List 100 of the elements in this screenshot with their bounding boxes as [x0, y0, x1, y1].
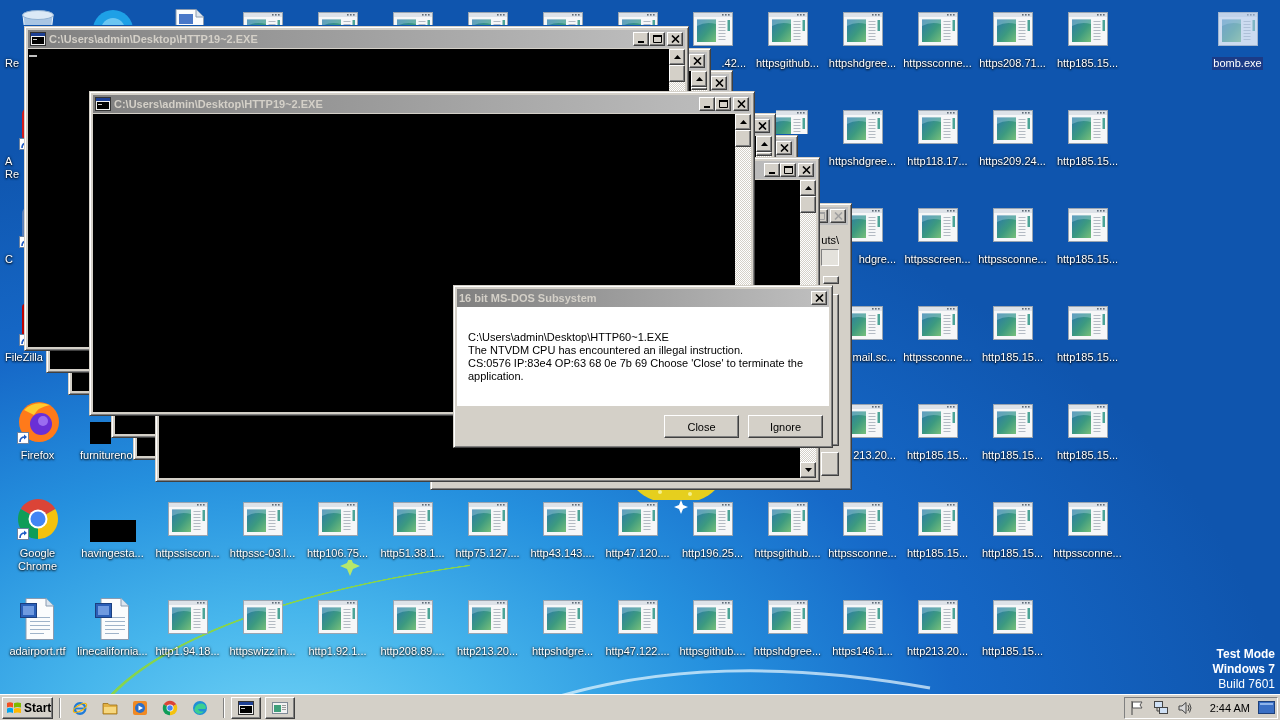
icon-label[interactable]: http185.15...	[1055, 449, 1120, 462]
icon-label[interactable]: C	[4, 253, 14, 266]
scroll-up-button[interactable]	[669, 49, 685, 65]
program-window-icon[interactable]	[617, 12, 658, 25]
close-button[interactable]	[798, 163, 814, 177]
program-window-icon[interactable]	[992, 306, 1033, 340]
program-window-icon[interactable]	[917, 404, 958, 438]
media-player-icon[interactable]	[132, 699, 148, 716]
icon-label[interactable]: http185.15...	[1055, 57, 1120, 70]
icon-label[interactable]: http185.15...	[905, 449, 970, 462]
program-window-icon[interactable]	[992, 110, 1033, 144]
icon-label[interactable]: Re	[4, 57, 21, 70]
program-window-icon[interactable]	[842, 12, 883, 46]
icon-label[interactable]: https146.1...	[831, 645, 894, 658]
close-button[interactable]	[776, 141, 792, 155]
program-window-icon[interactable]	[842, 502, 883, 536]
icon-label[interactable]: httpssconne...	[902, 57, 973, 70]
icon-label[interactable]: bomb.exe	[1212, 57, 1263, 70]
scrollbar-thumb[interactable]	[800, 196, 816, 213]
program-window-icon[interactable]	[992, 12, 1033, 46]
program-window-icon[interactable]	[842, 600, 883, 634]
icon-label[interactable]: httpshdgree...	[752, 645, 823, 658]
program-window-icon[interactable]	[917, 110, 958, 144]
icon-label[interactable]: http185.15...	[1055, 253, 1120, 266]
dialog-button[interactable]: Close	[664, 415, 739, 438]
thumbnail-icon[interactable]	[89, 422, 111, 444]
program-window-icon[interactable]	[392, 12, 433, 25]
dialog-button[interactable]	[821, 452, 839, 476]
program-window-icon[interactable]	[467, 12, 508, 25]
program-window-icon[interactable]	[692, 12, 733, 46]
scroll-up-button[interactable]	[800, 180, 816, 196]
program-window-icon[interactable]	[317, 12, 358, 25]
icon-label[interactable]: http185.15...	[905, 547, 970, 560]
icon-label[interactable]: http118.17...	[906, 155, 969, 168]
program-window-icon[interactable]	[1067, 404, 1108, 438]
text-field[interactable]	[821, 249, 839, 266]
chrome-icon[interactable]	[15, 497, 60, 541]
icon-label[interactable]: hdgre...	[857, 253, 897, 266]
scroll-down-button[interactable]	[800, 462, 816, 478]
maximize-button[interactable]	[649, 32, 665, 46]
program-window-icon[interactable]	[851, 306, 883, 340]
program-window-icon[interactable]	[1217, 12, 1258, 46]
icon-label[interactable]: https209.24...	[978, 155, 1047, 168]
program-window-icon[interactable]	[775, 110, 808, 134]
icon-label[interactable]: httpssconne...	[902, 351, 973, 364]
icon-label[interactable]: .42...	[720, 57, 747, 70]
scrollbar-thumb[interactable]	[735, 130, 751, 147]
browser-icon[interactable]	[72, 699, 88, 716]
close-button[interactable]	[711, 76, 727, 90]
start-button[interactable]: Start	[2, 696, 53, 719]
program-window-icon[interactable]	[992, 502, 1033, 536]
icon-label[interactable]: http185.15...	[1055, 351, 1120, 364]
icon-label[interactable]: FileZilla	[4, 351, 44, 364]
icon-label[interactable]: httpssconne...	[1052, 547, 1123, 560]
taskbar-button[interactable]	[231, 696, 261, 719]
icon-label[interactable]: httpshdgree...	[827, 155, 898, 168]
program-window-icon[interactable]	[917, 600, 958, 634]
icon-label[interactable]: furnitureno	[79, 449, 134, 462]
icon-label[interactable]: http47.120....	[604, 547, 671, 560]
icon-label[interactable]: A Re	[4, 155, 21, 181]
scrollbar-thumb[interactable]	[756, 152, 772, 156]
clock[interactable]: 2:44 AM	[1209, 701, 1250, 714]
icon-label[interactable]: http185.15...	[980, 351, 1045, 364]
program-window-icon[interactable]	[842, 110, 883, 144]
icon-label[interactable]: http185.15...	[980, 449, 1045, 462]
minimize-button[interactable]	[699, 97, 715, 111]
scrollbar-thumb[interactable]	[669, 65, 685, 82]
firefox-icon[interactable]	[15, 400, 60, 446]
program-window-icon[interactable]	[242, 12, 283, 25]
close-button[interactable]	[811, 291, 827, 305]
program-window-icon[interactable]	[917, 306, 958, 340]
close-button[interactable]	[667, 32, 683, 46]
icon-label[interactable]: mail.sc...	[851, 351, 897, 364]
program-window-icon[interactable]	[992, 600, 1033, 634]
program-window-icon[interactable]	[917, 12, 958, 46]
icon-label[interactable]: http196.25...	[680, 547, 745, 560]
icon-label[interactable]: httpsgithub....	[678, 645, 747, 658]
taskbar-button[interactable]	[265, 696, 295, 719]
icon-label[interactable]: Google Chrome	[0, 547, 75, 573]
icon-label[interactable]: httpshdgree...	[827, 57, 898, 70]
icon-label[interactable]: http43.143....	[529, 547, 596, 560]
flag-icon[interactable]	[1128, 699, 1145, 716]
program-window-icon[interactable]	[992, 208, 1033, 242]
icon-label[interactable]: Firefox	[19, 449, 56, 462]
close-button[interactable]	[733, 97, 749, 111]
program-window-icon[interactable]	[1067, 306, 1108, 340]
icon-label[interactable]: http185.15...	[980, 547, 1045, 560]
dialog-button[interactable]: Ignore	[748, 415, 823, 438]
program-window-icon[interactable]	[1067, 12, 1108, 46]
scroll-up-button[interactable]	[756, 136, 772, 152]
maximize-button[interactable]	[715, 97, 731, 111]
show-desktop-icon[interactable]	[1258, 700, 1275, 715]
program-window-icon[interactable]	[917, 208, 958, 242]
dialog-button[interactable]	[823, 276, 839, 284]
program-window-icon[interactable]	[767, 502, 808, 536]
icon-label[interactable]: httpsgithub...	[755, 57, 820, 70]
minimize-button[interactable]	[764, 163, 780, 177]
close-button[interactable]	[689, 54, 705, 68]
scroll-up-button[interactable]	[735, 114, 751, 130]
speaker-icon[interactable]	[1176, 699, 1193, 716]
